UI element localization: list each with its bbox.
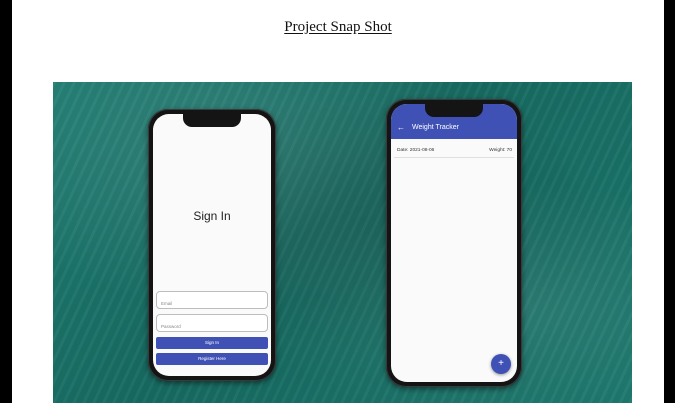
plus-icon: + <box>498 358 504 369</box>
document-page: Project Snap Shot Sign In Sign In Regist… <box>12 0 664 403</box>
add-entry-button[interactable]: + <box>491 354 511 374</box>
password-field[interactable] <box>156 314 268 335</box>
tracker-screen: ← Weight Tracker Date: 2021-08-06 Weight… <box>391 104 517 382</box>
email-field[interactable] <box>156 291 268 312</box>
phone-notch <box>425 104 483 117</box>
entry-date: Date: 2021-08-06 <box>397 148 435 153</box>
email-input[interactable] <box>157 295 267 312</box>
signin-screen: Sign In Sign In Register Here <box>153 114 271 376</box>
signin-heading: Sign In <box>193 209 231 223</box>
screenshot-banner: Sign In Sign In Register Here ← Weight T… <box>53 82 632 403</box>
signin-button[interactable]: Sign In <box>156 337 268 349</box>
phone-signin: Sign In Sign In Register Here <box>148 109 276 381</box>
register-button[interactable]: Register Here <box>156 353 268 365</box>
arrow-left-icon[interactable]: ← <box>397 123 405 132</box>
password-input[interactable] <box>157 318 267 335</box>
app-bar-title: Weight Tracker <box>412 124 459 131</box>
list-item[interactable]: Date: 2021-08-06 Weight: 70 <box>394 144 514 158</box>
entry-weight: Weight: 70 <box>489 148 512 153</box>
phone-tracker: ← Weight Tracker Date: 2021-08-06 Weight… <box>386 99 522 387</box>
document-title: Project Snap Shot <box>284 19 392 35</box>
phone-notch <box>183 114 241 127</box>
